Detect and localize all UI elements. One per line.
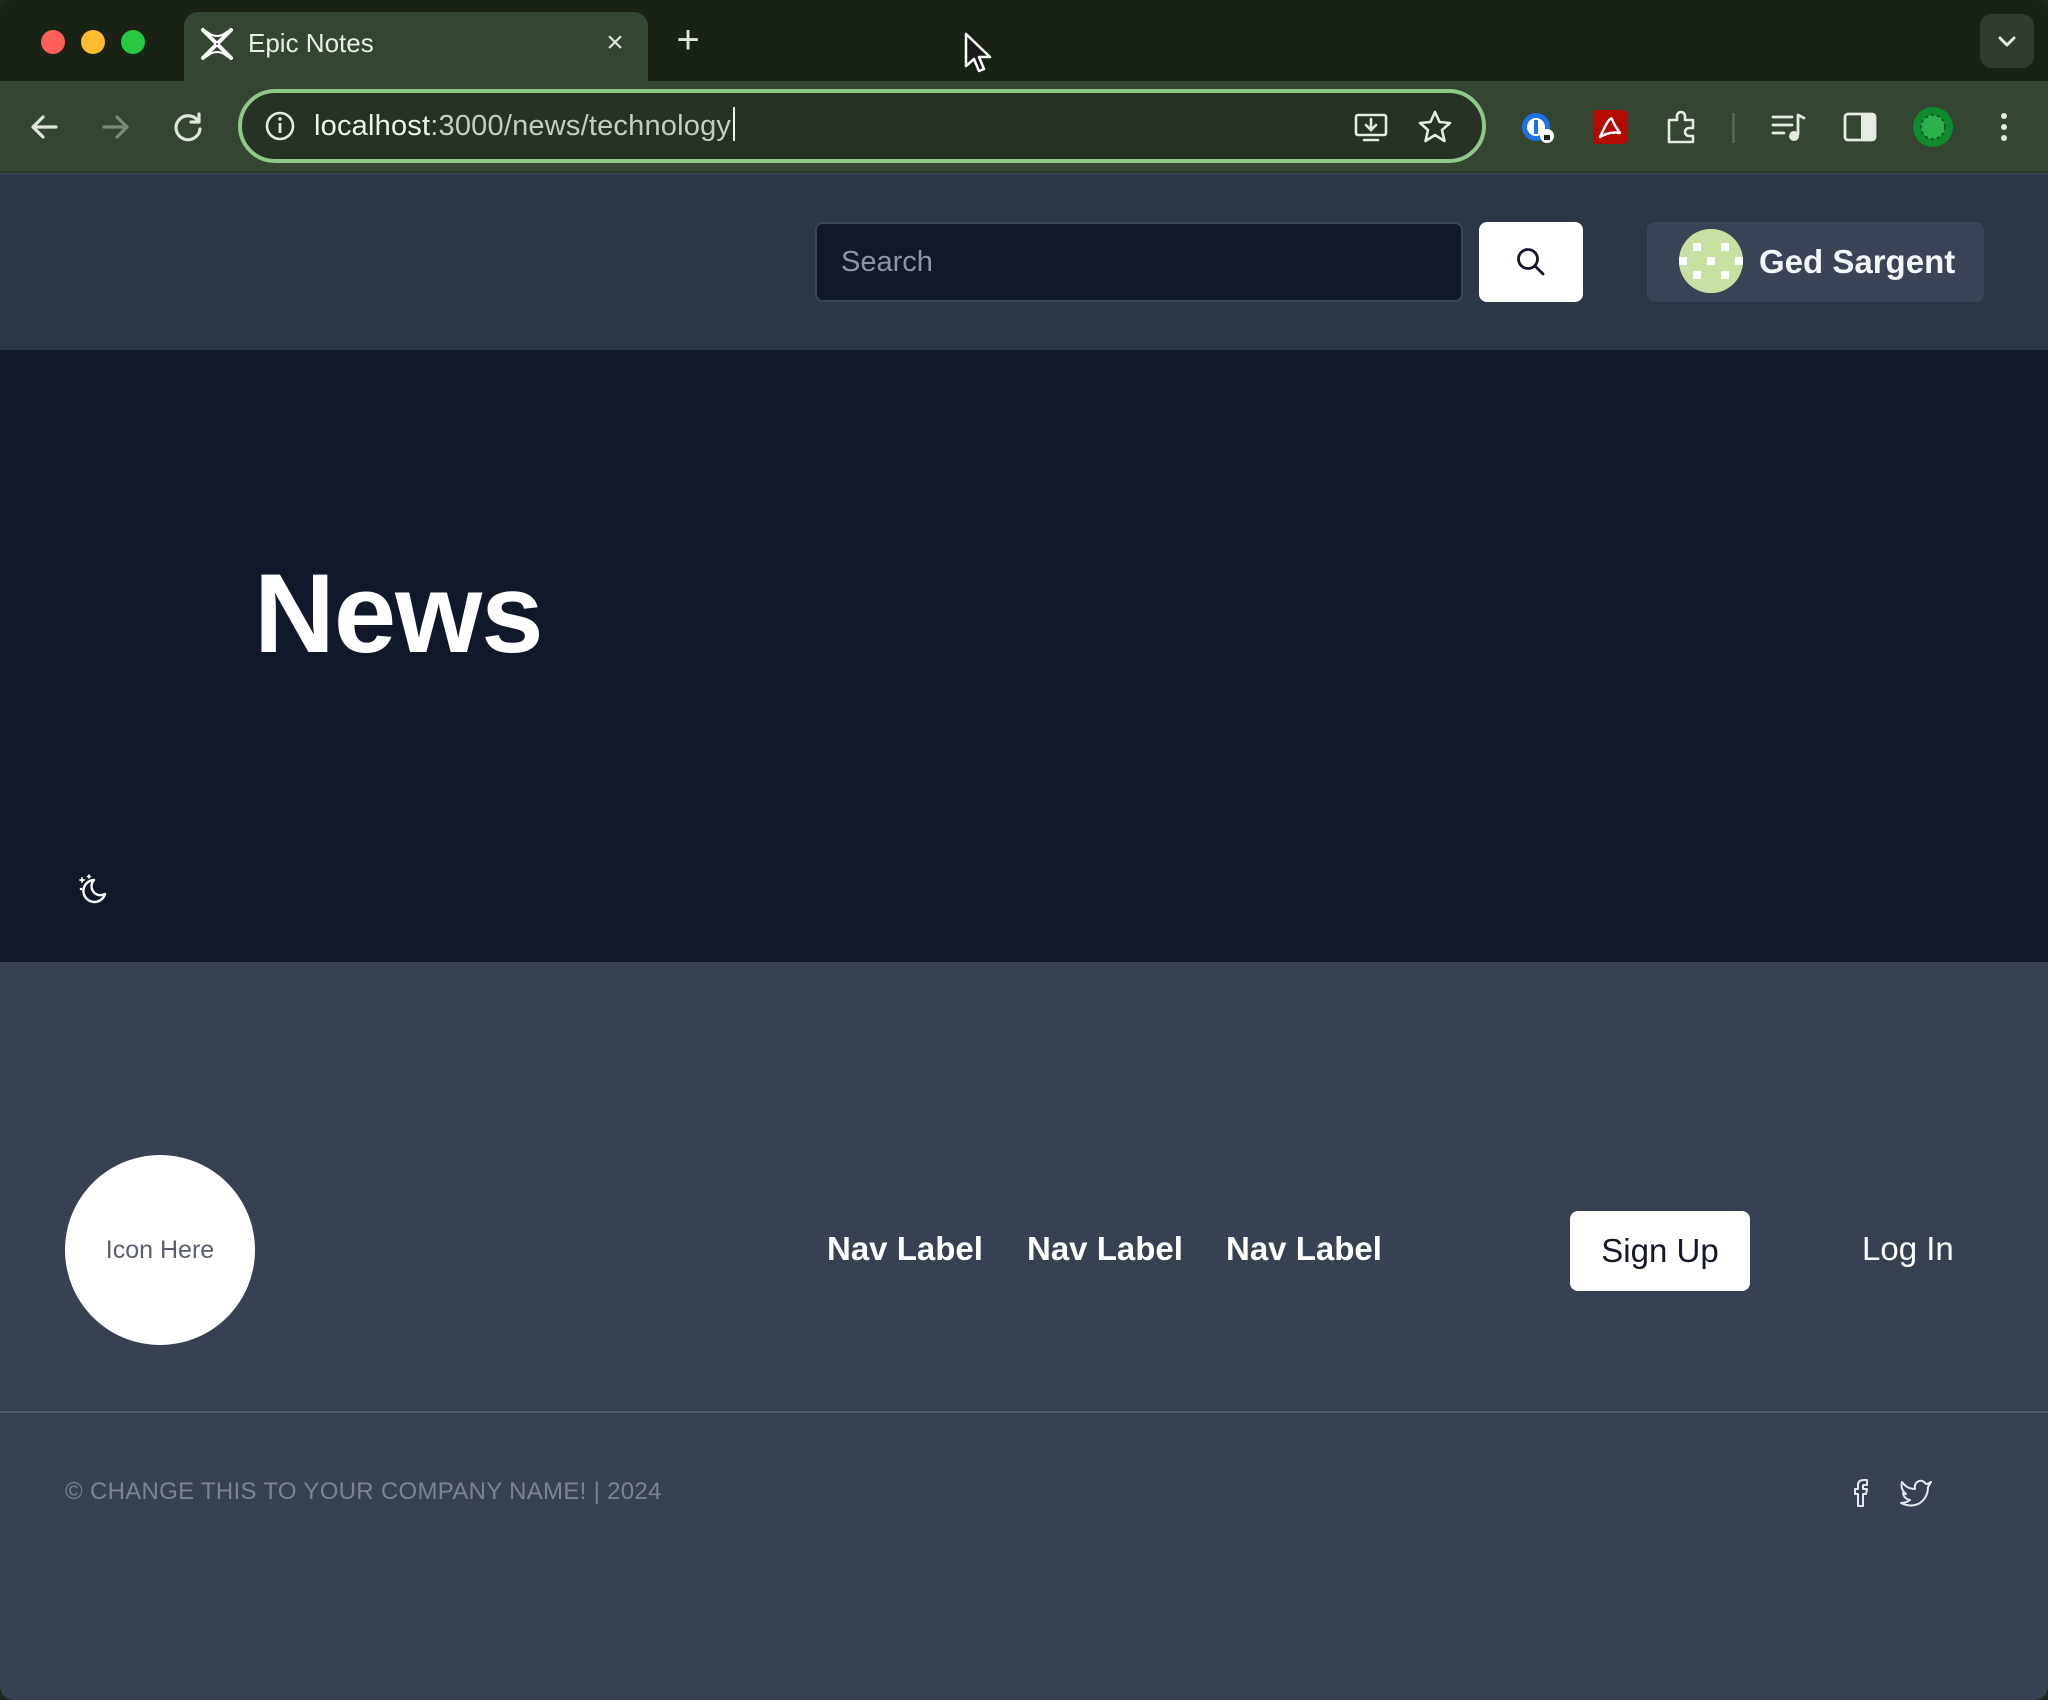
browser-window: Epic Notes × + localhost:3000/news/techn… (0, 0, 2048, 1700)
page-title: News (254, 551, 544, 676)
tab-search-button[interactable] (1980, 14, 2034, 68)
profile-avatar-icon[interactable] (1911, 105, 1955, 149)
user-menu-button[interactable]: Ged Sargent (1647, 222, 1984, 302)
extensions-puzzle-icon[interactable] (1662, 107, 1702, 147)
user-name: Ged Sargent (1759, 243, 1956, 280)
forward-arrow-icon[interactable] (96, 107, 136, 147)
epic-notes-favicon-icon (201, 28, 233, 60)
minimize-window-button[interactable] (81, 30, 105, 54)
main-content: News (0, 350, 2048, 962)
close-window-button[interactable] (41, 30, 65, 54)
browser-toolbar: localhost:3000/news/technology (0, 81, 2048, 173)
logo-placeholder-text: Icon Here (105, 1235, 215, 1264)
tab-title: Epic Notes (248, 28, 374, 58)
sign-up-label: Sign Up (1601, 1232, 1719, 1269)
dark-mode-toggle-icon[interactable] (76, 872, 112, 908)
side-panel-icon[interactable] (1840, 107, 1880, 147)
copyright-text: © CHANGE THIS TO YOUR COMPANY NAME! | 20… (65, 1478, 662, 1505)
footer-nav-link-3[interactable]: Nav Label (1226, 1229, 1382, 1269)
bookmark-star-icon[interactable] (1416, 108, 1454, 146)
log-in-link[interactable]: Log In (1862, 1229, 1954, 1269)
more-menu-icon[interactable] (1984, 107, 2024, 147)
address-bar[interactable]: localhost:3000/news/technology (238, 89, 1486, 163)
footer-nav-link-1[interactable]: Nav Label (827, 1229, 983, 1269)
sign-up-button[interactable]: Sign Up (1570, 1211, 1750, 1291)
site-footer: Icon Here Nav Label Nav Label Nav Label … (0, 962, 2048, 1700)
media-controls-icon[interactable] (1768, 107, 1808, 147)
footer-divider (0, 1411, 2048, 1413)
footer-logo[interactable]: Icon Here (65, 1155, 255, 1345)
avatar (1679, 229, 1743, 293)
maximize-window-button[interactable] (121, 30, 145, 54)
url-host: localhost (314, 110, 431, 142)
search-icon (1517, 248, 1545, 276)
twitter-icon[interactable] (1898, 1474, 1934, 1510)
new-tab-button[interactable]: + (668, 20, 708, 60)
back-arrow-icon[interactable] (24, 107, 64, 147)
search-input[interactable] (815, 222, 1463, 302)
site-header: Ged Sargent (0, 175, 2048, 350)
tab-close-icon[interactable]: × (600, 28, 630, 58)
browser-tab-active[interactable]: Epic Notes × (184, 12, 648, 81)
reload-icon[interactable] (168, 107, 208, 147)
identicon-icon (1679, 229, 1743, 293)
footer-nav-link-2[interactable]: Nav Label (1027, 1229, 1183, 1269)
password-manager-extension-icon[interactable] (1518, 107, 1558, 147)
facebook-icon[interactable] (1843, 1474, 1879, 1510)
chevron-down-icon (1998, 36, 2016, 47)
mouse-cursor-icon (964, 32, 992, 73)
acrobat-extension-icon[interactable] (1590, 107, 1630, 147)
site-info-icon[interactable] (262, 108, 298, 144)
install-app-icon[interactable] (1352, 108, 1390, 146)
toolbar-divider (1732, 113, 1735, 143)
url-text[interactable]: localhost:3000/news/technology (314, 107, 736, 145)
tab-strip: Epic Notes × + (0, 0, 2048, 81)
url-path: :3000/news/technology (430, 110, 732, 142)
search-button[interactable] (1479, 222, 1583, 302)
